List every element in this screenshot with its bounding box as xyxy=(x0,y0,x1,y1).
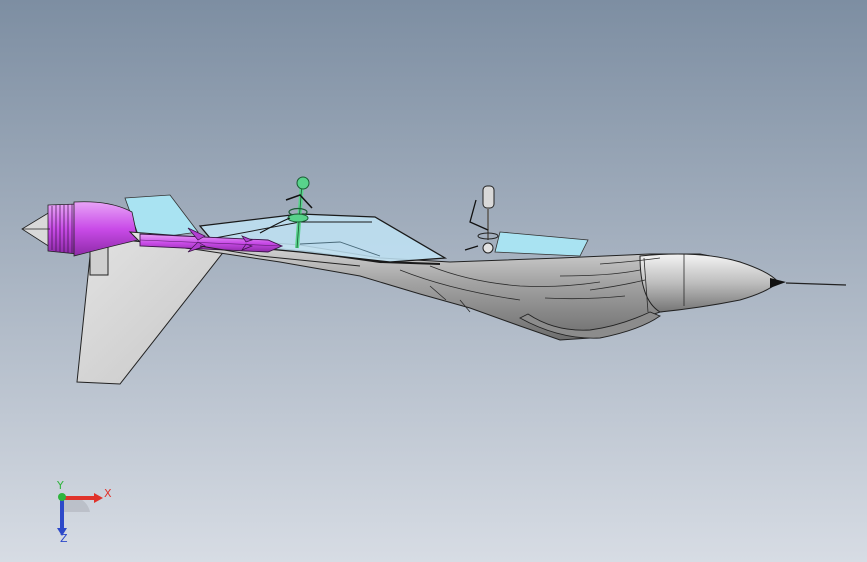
y-axis-dot xyxy=(58,493,66,501)
x-axis-label: X xyxy=(104,487,112,500)
y-axis-label: Y xyxy=(56,479,64,492)
model-scene[interactable]: X Y Z xyxy=(0,0,867,562)
z-axis-label: Z xyxy=(60,532,68,545)
cad-viewport[interactable]: X Y Z xyxy=(0,0,867,562)
